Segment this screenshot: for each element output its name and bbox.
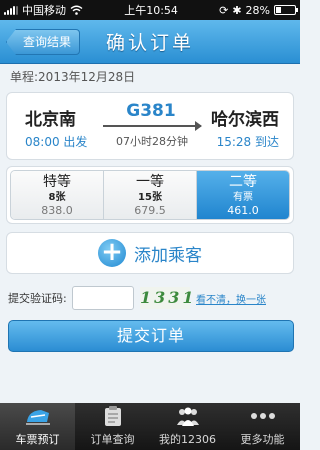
trip-duration: 07小时28分钟 bbox=[116, 135, 188, 148]
plus-icon: + bbox=[98, 239, 126, 267]
direction-arrow-icon bbox=[103, 121, 202, 131]
status-bar: 中国移动 上午10:54 ⟳ ✱ 28% bbox=[0, 0, 300, 20]
seat-name: 特等 bbox=[43, 174, 71, 190]
train-icon bbox=[25, 403, 51, 429]
tab-my-12306[interactable]: 我的12306 bbox=[150, 403, 225, 450]
more-icon bbox=[250, 403, 276, 429]
departure-time: 08:00 出发 bbox=[25, 135, 88, 149]
submit-order-button[interactable]: 提交订单 bbox=[8, 320, 294, 352]
trip-date: 单程:2013年12月28日 bbox=[10, 70, 136, 84]
wifi-icon bbox=[70, 5, 83, 15]
train-info-card: 北京南 G381 哈尔滨西 08:00 出发 07小时28分钟 15:28 到达 bbox=[6, 92, 294, 160]
add-passenger-label: 添加乘客 bbox=[134, 245, 202, 266]
captcha-refresh-link[interactable]: 看不清，换一张 bbox=[196, 291, 266, 306]
tab-ticket-booking[interactable]: 车票预订 bbox=[0, 403, 75, 450]
battery-icon bbox=[274, 5, 298, 15]
seat-count: 有票 bbox=[233, 192, 253, 203]
seat-count: 15张 bbox=[138, 192, 162, 203]
signal-icon bbox=[4, 5, 18, 15]
seat-name: 一等 bbox=[136, 174, 164, 190]
captcha-input[interactable] bbox=[72, 286, 134, 310]
captcha-row: 提交验证码: 1331 看不清，换一张 bbox=[8, 284, 296, 312]
tab-order-query[interactable]: 订单查询 bbox=[75, 403, 150, 450]
seat-price: 679.5 bbox=[134, 204, 166, 217]
back-button[interactable]: 查询结果 bbox=[6, 29, 81, 55]
tab-label: 更多功能 bbox=[240, 433, 285, 446]
seat-class-selector: 特等 8张 838.0 一等 15张 679.5 二等 有票 461.0 bbox=[10, 170, 290, 220]
departure-station: 北京南 bbox=[25, 110, 76, 130]
bluetooth-icon: ✱ bbox=[232, 3, 242, 17]
tab-more[interactable]: 更多功能 bbox=[225, 403, 300, 450]
battery-level bbox=[276, 7, 282, 13]
arrival-station: 哈尔滨西 bbox=[211, 110, 279, 130]
seat-option-second-class[interactable]: 二等 有票 461.0 bbox=[197, 171, 289, 219]
lock-rotation-icon: ⟳ bbox=[219, 3, 229, 17]
captcha-label: 提交验证码: bbox=[8, 292, 67, 305]
status-time: 上午10:54 bbox=[124, 4, 178, 17]
captcha-image[interactable]: 1331 bbox=[140, 287, 194, 309]
tab-bar: 车票预订 订单查询 我的12306 更多功能 bbox=[0, 403, 300, 450]
seat-price: 838.0 bbox=[41, 204, 73, 217]
seat-price: 461.0 bbox=[227, 204, 259, 217]
seat-count: 8张 bbox=[48, 192, 66, 203]
seat-option-business[interactable]: 特等 8张 838.0 bbox=[11, 171, 104, 219]
nav-bar: 查询结果 确认订单 bbox=[0, 20, 300, 64]
page-title: 确认订单 bbox=[105, 32, 194, 54]
status-right: ⟳ ✱ 28% bbox=[219, 3, 298, 17]
tab-label: 订单查询 bbox=[90, 433, 135, 446]
carrier-name: 中国移动 bbox=[22, 4, 66, 17]
seat-name: 二等 bbox=[229, 174, 257, 190]
add-passenger-button[interactable]: + 添加乘客 bbox=[6, 232, 294, 274]
people-icon bbox=[175, 403, 201, 429]
tab-label: 车票预订 bbox=[15, 433, 60, 446]
seat-option-first-class[interactable]: 一等 15张 679.5 bbox=[104, 171, 197, 219]
seat-class-card: 特等 8张 838.0 一等 15张 679.5 二等 有票 461.0 bbox=[6, 166, 294, 224]
clipboard-icon bbox=[100, 403, 126, 429]
status-left: 中国移动 bbox=[4, 2, 83, 18]
tab-label: 我的12306 bbox=[159, 433, 216, 446]
battery-percent: 28% bbox=[245, 3, 270, 17]
arrival-time: 15:28 到达 bbox=[216, 135, 279, 149]
train-number: G381 bbox=[126, 101, 176, 121]
